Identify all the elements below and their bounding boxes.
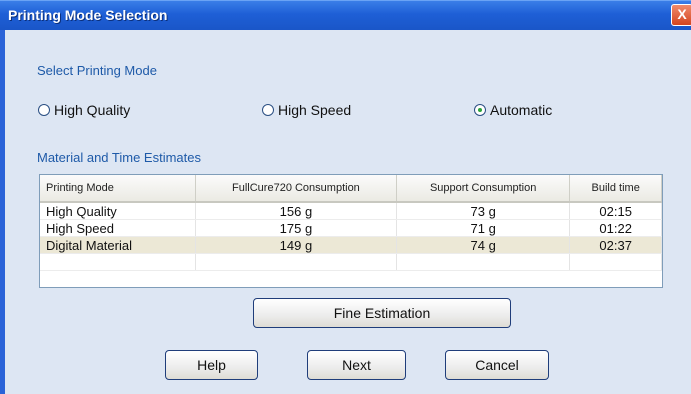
select-mode-heading: Select Printing Mode xyxy=(37,63,157,78)
empty-cell xyxy=(569,253,662,271)
estimates-table[interactable]: Printing Mode FullCure720 Consumption Su… xyxy=(39,174,663,288)
radio-circle-icon xyxy=(262,104,274,116)
radio-label: High Speed xyxy=(278,102,352,118)
estimates-heading: Material and Time Estimates xyxy=(37,150,202,165)
window-frame-left xyxy=(0,30,5,394)
cell-fullcure: 156 g xyxy=(195,202,398,220)
fine-estimation-button[interactable]: Fine Estimation xyxy=(253,298,511,328)
table-header-row: Printing Mode FullCure720 Consumption Su… xyxy=(40,175,662,203)
cell-build-time: 02:15 xyxy=(569,202,662,220)
cell-support: 74 g xyxy=(396,236,571,254)
column-header-fullcure[interactable]: FullCure720 Consumption xyxy=(195,175,398,203)
window-title: Printing Mode Selection xyxy=(8,7,168,23)
radio-label: High Quality xyxy=(54,102,131,118)
empty-cell xyxy=(40,253,196,271)
cell-mode: Digital Material xyxy=(40,236,196,254)
radio-label: Automatic xyxy=(490,102,553,118)
table-row[interactable]: High Quality 156 g 73 g 02:15 xyxy=(40,202,662,220)
table-row[interactable]: High Speed 175 g 71 g 01:22 xyxy=(40,219,662,237)
cell-mode: High Quality xyxy=(40,202,196,220)
table-row[interactable]: Digital Material 149 g 74 g 02:37 xyxy=(40,236,662,254)
column-header-support[interactable]: Support Consumption xyxy=(396,175,571,203)
cell-support: 71 g xyxy=(396,219,571,237)
close-button[interactable]: X xyxy=(671,4,691,26)
next-button[interactable]: Next xyxy=(307,350,406,380)
close-icon: X xyxy=(677,6,687,22)
radio-high-quality[interactable]: High Quality xyxy=(38,102,130,118)
empty-cell xyxy=(396,253,571,271)
radio-high-speed[interactable]: High Speed xyxy=(262,102,351,118)
title-bar[interactable]: Printing Mode Selection X xyxy=(0,0,691,30)
cell-build-time: 01:22 xyxy=(569,219,662,237)
empty-cell xyxy=(195,253,398,271)
cancel-button[interactable]: Cancel xyxy=(445,350,549,380)
radio-circle-icon xyxy=(38,104,50,116)
cell-build-time: 02:37 xyxy=(569,236,662,254)
cell-support: 73 g xyxy=(396,202,571,220)
column-header-build-time[interactable]: Build time xyxy=(569,175,662,203)
cell-fullcure: 175 g xyxy=(195,219,398,237)
cell-fullcure: 149 g xyxy=(195,236,398,254)
help-button[interactable]: Help xyxy=(165,350,258,380)
column-header-printing-mode[interactable]: Printing Mode xyxy=(40,175,196,203)
radio-circle-icon xyxy=(474,104,486,116)
table-row-empty xyxy=(40,253,662,271)
cell-mode: High Speed xyxy=(40,219,196,237)
radio-automatic[interactable]: Automatic xyxy=(474,102,552,118)
